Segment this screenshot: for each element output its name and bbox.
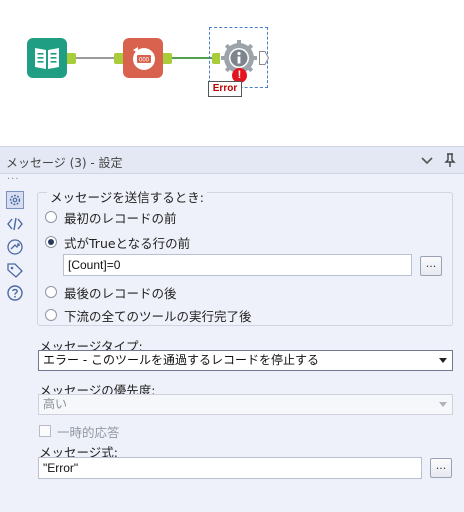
priority-value: 高い [43, 397, 68, 411]
connection-line [172, 57, 214, 59]
radio-button[interactable] [45, 211, 57, 223]
config-gear-icon[interactable] [6, 191, 24, 209]
radio-label: 最後のレコードの後 [64, 285, 177, 301]
workflow-canvas[interactable]: 000 ! Error [0, 0, 464, 146]
input-anchor[interactable] [114, 53, 123, 64]
grip-dots: ··· [7, 174, 20, 185]
output-anchor[interactable] [67, 53, 76, 64]
formula-tool[interactable]: 000 [114, 38, 172, 78]
radio-label: 下流の全てのツールの実行完了後 [64, 308, 252, 324]
send-when-title: メッセージを送信するとき: [47, 187, 207, 206]
dropdown-arrow-icon [439, 402, 447, 407]
message-type-value: エラー - このツールを通過するレコードを停止する [43, 353, 319, 367]
output-anchor[interactable] [163, 53, 172, 64]
priority-select: 高い [38, 394, 453, 415]
expression-editor-button[interactable]: ... [420, 256, 442, 276]
radio-button[interactable] [45, 286, 57, 298]
dropdown-arrow-icon [439, 358, 447, 363]
output-anchor[interactable] [259, 51, 269, 65]
transient-checkbox [39, 425, 51, 437]
xml-code-icon[interactable] [6, 215, 24, 233]
message-expression-editor-button[interactable]: ... [430, 458, 452, 478]
transient-checkbox-row: 一時的応答 [39, 423, 120, 440]
transient-label: 一時的応答 [57, 424, 120, 440]
radio-button[interactable] [45, 309, 57, 321]
input-anchor[interactable] [212, 53, 220, 64]
counter-icon: 000 [133, 47, 155, 70]
help-icon[interactable] [6, 284, 24, 302]
connection-icon[interactable] [6, 238, 24, 256]
panel-title: メッセージ (3) - 設定 [6, 156, 123, 170]
message-type-select[interactable]: エラー - このツールを通過するレコードを停止する [38, 350, 453, 371]
radio-expression-true[interactable]: 式がTrueとなる行の前 [45, 233, 190, 251]
book-icon [35, 48, 59, 69]
chevron-down-icon[interactable] [419, 152, 435, 168]
radio-button-selected[interactable] [45, 236, 57, 248]
pin-icon[interactable] [442, 152, 458, 168]
counter-text: 000 [139, 58, 150, 64]
expression-input[interactable]: [Count]=0 [63, 254, 412, 276]
panel-header: メッセージ (3) - 設定 [0, 146, 464, 174]
radio-label: 式がTrueとなる行の前 [64, 235, 191, 251]
radio-first-record[interactable]: 最初のレコードの前 [45, 208, 177, 226]
radio-last-record[interactable]: 最後のレコードの後 [45, 283, 177, 301]
radio-label: 最初のレコードの前 [64, 210, 177, 226]
input-tool[interactable] [27, 38, 76, 78]
annotation-tag-icon[interactable] [6, 261, 24, 279]
message-expression-input[interactable]: "Error" [38, 457, 422, 479]
radio-after-downstream[interactable]: 下流の全てのツールの実行完了後 [45, 306, 252, 324]
error-label: Error [208, 81, 242, 97]
